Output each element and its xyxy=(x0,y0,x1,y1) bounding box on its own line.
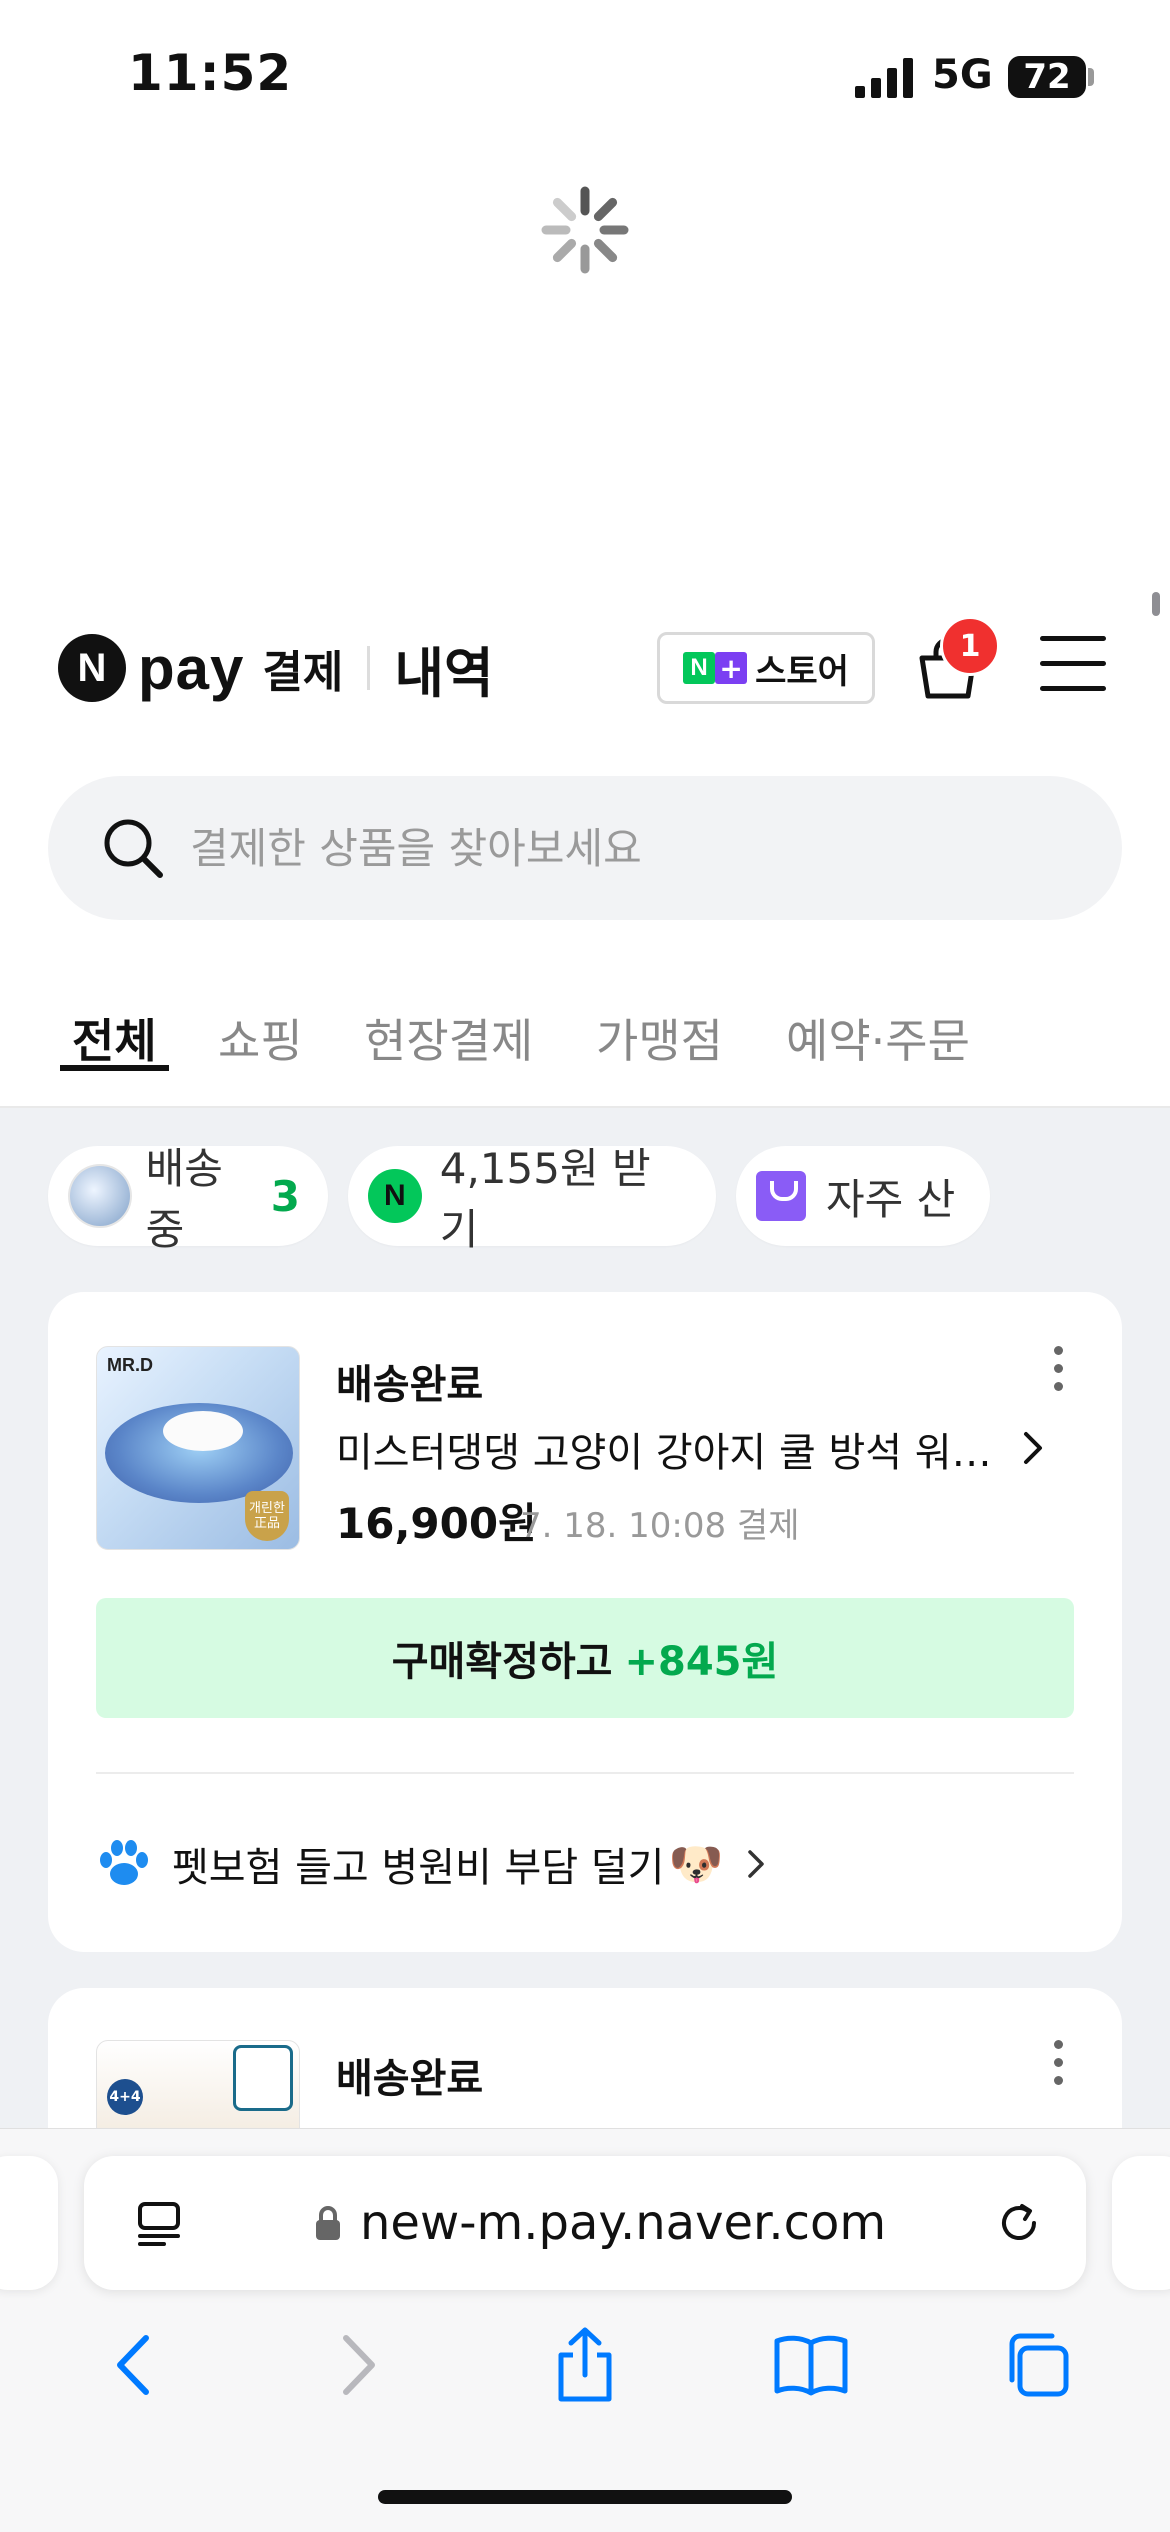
loading-spinner-icon xyxy=(541,186,629,274)
order-status: 배송완료 xyxy=(336,2056,484,2102)
tabs-button[interactable] xyxy=(997,2325,1077,2405)
cellular-signal-icon xyxy=(855,58,913,98)
hamburger-menu-icon[interactable] xyxy=(1040,636,1106,696)
brand-pay: pay xyxy=(138,634,245,702)
chip-label: 자주 산 xyxy=(826,1174,956,1224)
previous-tab-preview[interactable] xyxy=(0,2156,58,2290)
chip-label: 4,155원 받기 xyxy=(439,1144,651,1254)
product-image[interactable]: 4+4 xyxy=(96,2040,300,2140)
paw-icon xyxy=(100,1840,148,1885)
order-status: 배송완료 xyxy=(336,1362,484,1408)
chip-reward[interactable]: N 4,155원 받기 xyxy=(348,1144,716,1254)
category-tabs: 전체 쇼핑 현장결제 가맹점 예약·주문 xyxy=(0,985,1170,1107)
chip-frequently-bought[interactable]: 자주 산 xyxy=(736,1146,990,1246)
book-icon xyxy=(774,2335,848,2396)
product-image[interactable]: MR.D 개린한 正品 xyxy=(96,1346,300,1550)
tab-onsite-payment[interactable]: 현장결제 xyxy=(364,985,533,1071)
product-promo-tag: 4+4 xyxy=(107,2079,143,2115)
store-label: 스토어 xyxy=(755,651,849,692)
chip-shipping[interactable]: 배송중 3 xyxy=(48,1144,328,1254)
store-plus-icon: + xyxy=(715,652,748,685)
battery-icon: 72 xyxy=(1008,56,1086,98)
lock-icon xyxy=(316,2206,340,2240)
url-text[interactable]: new-m.pay.naver.com xyxy=(360,2195,886,2251)
confirm-reward-amount: +845원 xyxy=(624,1639,779,1685)
chevron-right-icon[interactable] xyxy=(1016,1428,1050,1468)
dog-face-icon: 🐶 xyxy=(668,1839,724,1890)
next-tab-preview[interactable] xyxy=(1112,2156,1170,2290)
confirm-label: 구매확정하고 xyxy=(391,1639,613,1685)
chip-label: 배송중 xyxy=(145,1144,223,1254)
forward-arrow-icon xyxy=(343,2335,375,2395)
product-thumbnail xyxy=(68,1164,132,1228)
card-divider xyxy=(96,1772,1074,1774)
search-input[interactable] xyxy=(190,823,990,873)
home-indicator[interactable] xyxy=(378,2490,792,2504)
network-type: 5G xyxy=(932,52,993,98)
product-gift-graphic xyxy=(233,2045,293,2111)
product-dog-graphic xyxy=(163,1411,243,1451)
forward-button[interactable] xyxy=(319,2325,399,2405)
more-options-icon[interactable] xyxy=(1044,1346,1072,1392)
product-authentic-badge: 개린한 正品 xyxy=(245,1491,289,1541)
npay-logo[interactable]: N pay 결제 내역 xyxy=(58,630,494,706)
promo-text: 펫보험 들고 병원비 부담 덜기 xyxy=(172,1845,665,1891)
tab-reservation-order[interactable]: 예약·주문 xyxy=(786,985,970,1071)
tab-all[interactable]: 전체 xyxy=(60,985,169,1071)
product-brand-logo: MR.D xyxy=(107,1355,153,1375)
npay-point-icon: N xyxy=(368,1169,422,1223)
status-time: 11:52 xyxy=(128,44,293,102)
share-button[interactable] xyxy=(545,2325,625,2405)
more-options-icon[interactable] xyxy=(1044,2040,1072,2086)
confirm-purchase-button[interactable]: 구매확정하고 +845원 xyxy=(96,1598,1074,1718)
store-n-icon: N xyxy=(683,652,716,684)
browser-navigation-bar xyxy=(0,2320,1170,2410)
brand-subtitle: 결제 xyxy=(262,647,344,698)
reload-icon[interactable] xyxy=(994,2198,1044,2248)
tabs-icon xyxy=(1009,2333,1069,2397)
product-title[interactable]: 미스터댕댕 고양이 강아지 쿨 방석 워터 매트 xyxy=(336,1420,1006,1478)
page-menu-icon[interactable] xyxy=(134,2198,184,2248)
brand-divider xyxy=(367,646,371,690)
search-icon xyxy=(104,819,163,878)
tab-shopping[interactable]: 쇼핑 xyxy=(218,985,303,1071)
cart-count-badge: 1 xyxy=(940,616,1000,676)
pet-insurance-promo[interactable]: 펫보험 들고 병원비 부담 덜기 🐶 xyxy=(96,1832,769,1896)
search-bar[interactable] xyxy=(48,776,1122,920)
chip-count: 3 xyxy=(270,1171,300,1221)
chevron-right-icon xyxy=(748,1850,765,1878)
npay-n-icon: N xyxy=(58,634,126,702)
shopping-bag-icon xyxy=(756,1171,806,1221)
scroll-indicator[interactable] xyxy=(1152,592,1160,616)
tab-merchant[interactable]: 가맹점 xyxy=(596,985,723,1071)
nplus-store-button[interactable]: N + 스토어 xyxy=(657,632,875,704)
battery-tip xyxy=(1088,68,1094,86)
payment-date: 7. 18. 10:08 결제 xyxy=(520,1506,800,1546)
bookmarks-button[interactable] xyxy=(771,2325,851,2405)
back-arrow-icon xyxy=(117,2335,149,2395)
product-price: 16,900원 xyxy=(336,1499,537,1548)
share-icon xyxy=(558,2327,612,2402)
page-title: 내역 xyxy=(394,641,494,705)
address-bar[interactable]: new-m.pay.naver.com xyxy=(84,2156,1086,2290)
back-button[interactable] xyxy=(93,2325,173,2405)
